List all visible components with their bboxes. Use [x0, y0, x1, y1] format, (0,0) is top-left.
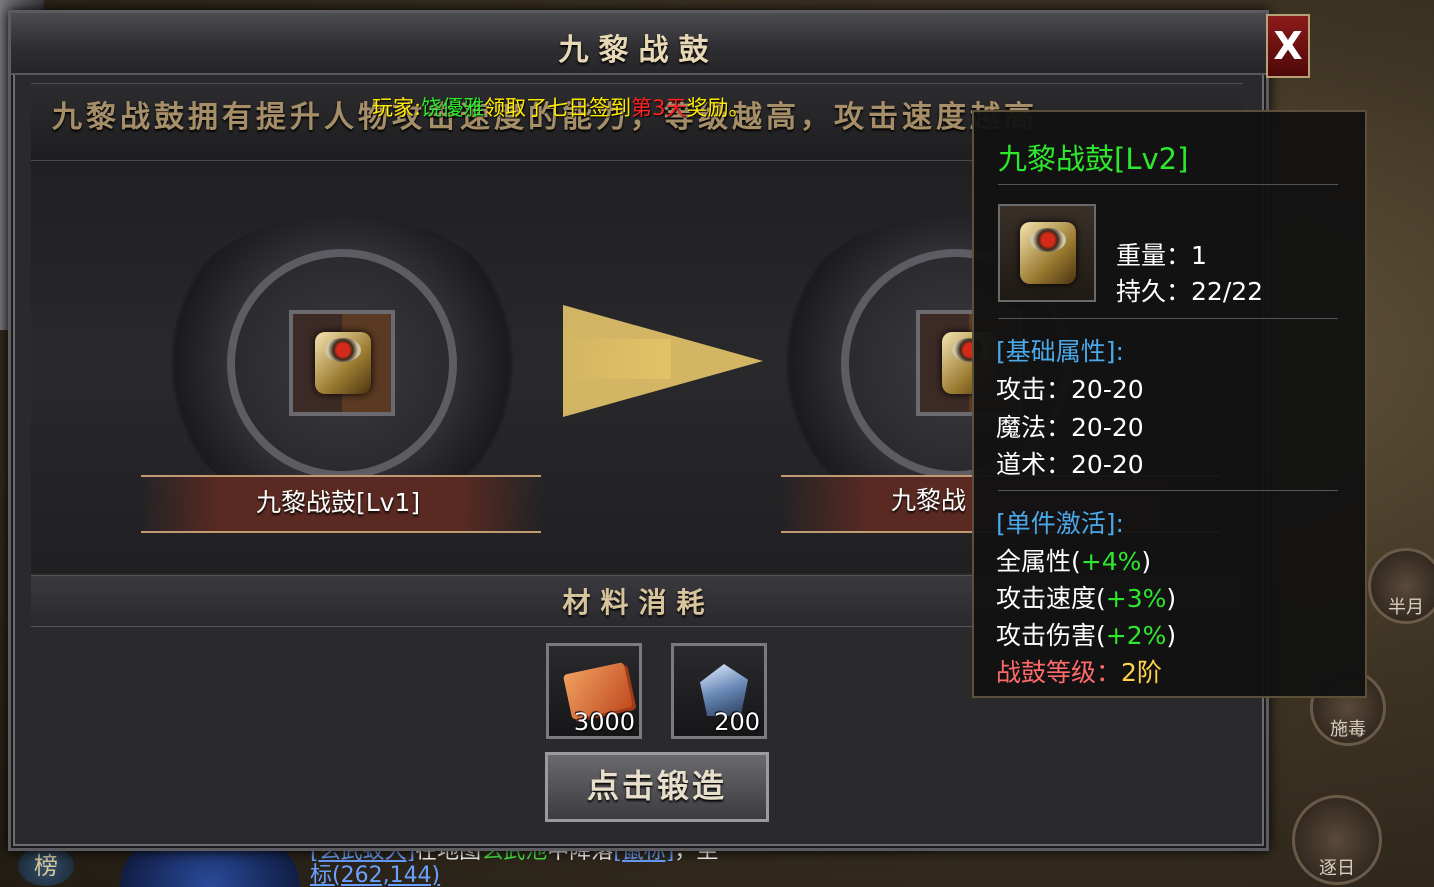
material-qty: 200 [714, 708, 760, 736]
skill-label: 施毒 [1330, 719, 1366, 740]
divider [998, 490, 1338, 491]
bonus-value: +2% [1105, 621, 1167, 650]
durability-row: 持久：22/22 [1116, 272, 1263, 308]
skill-label: 逐日 [1319, 858, 1355, 879]
drum-level-row: 战鼓等级：2阶 [996, 653, 1162, 689]
tooltip-item-icon [998, 204, 1096, 302]
broadcast-suffix: 奖励。 [686, 96, 750, 120]
weight-label: 重量： [1116, 241, 1192, 270]
bonus-label: 攻击速度( [996, 584, 1106, 613]
divider [998, 318, 1338, 319]
broadcast-day: 第3天 [631, 96, 687, 120]
bonus-label: 攻击伤害( [996, 621, 1106, 650]
activation-header: [单件激活]: [996, 509, 1124, 538]
weight-row: 重量：1 [1116, 236, 1207, 272]
durability-value: 22/22 [1191, 277, 1264, 306]
bonus-label: 全属性( [996, 547, 1081, 576]
item-tooltip: 九黎战鼓[Lv2] 重量：1 持久：22/22 [基础属性]: 攻击：20-20… [972, 110, 1367, 698]
bonus-row: 全属性(+4%) [996, 542, 1151, 578]
attr-label: 攻击： [996, 375, 1072, 404]
war-drum-icon [1020, 222, 1076, 284]
dialog-title: 九黎战鼓 [558, 33, 719, 68]
chat-seg[interactable]: 标(262,144) [310, 863, 440, 887]
base-attrs-header: [基础属性]: [996, 337, 1124, 366]
bonus-close: ) [1166, 584, 1177, 613]
bonus-value: +4% [1080, 547, 1142, 576]
rank-label: 榜 [34, 852, 58, 880]
bonus-value: +3% [1105, 584, 1167, 613]
bonus-row: 攻击伤害(+2%) [996, 616, 1176, 652]
attr-label: 魔法： [996, 413, 1072, 442]
bonus-close: ) [1166, 621, 1177, 650]
skill-banyue-button[interactable]: 半月 [1368, 548, 1434, 624]
skill-label: 半月 [1388, 597, 1424, 618]
close-button[interactable]: X [1266, 14, 1310, 78]
attr-value: 20-20 [1071, 375, 1144, 404]
upgrade-arrow-icon [563, 305, 763, 417]
attr-value: 20-20 [1071, 413, 1144, 442]
bonus-row: 攻击速度(+3%) [996, 579, 1176, 615]
next-item-name: 九黎战 [891, 486, 967, 515]
material-slot-scroll[interactable]: 3000 [546, 643, 642, 739]
tooltip-item-name: 九黎战鼓[Lv2] [998, 142, 1189, 176]
drum-level-value: 2阶 [1121, 658, 1162, 687]
skill-zhuri-button[interactable]: 逐日 [1292, 795, 1382, 885]
broadcast-player[interactable]: 饶優雅 [421, 96, 484, 120]
divider [998, 184, 1338, 185]
attr-row: 攻击：20-20 [996, 370, 1144, 406]
title-bar: 九黎战鼓 [11, 13, 1266, 75]
current-item-name: 九黎战鼓[Lv1] [256, 488, 421, 517]
durability-label: 持久： [1116, 277, 1192, 306]
attr-row: 魔法：20-20 [996, 408, 1144, 444]
broadcast-prefix: 玩家: [372, 96, 422, 120]
attr-label: 道术： [996, 450, 1072, 479]
bonus-close: ) [1141, 547, 1152, 576]
attr-row: 道术：20-20 [996, 445, 1144, 481]
weight-value: 1 [1191, 241, 1207, 270]
material-qty: 3000 [573, 708, 635, 736]
attr-value: 20-20 [1071, 450, 1144, 479]
current-item-slot[interactable] [289, 310, 395, 416]
material-slot-crystal[interactable]: 200 [671, 643, 767, 739]
rank-button[interactable]: 榜 [18, 846, 74, 886]
broadcast-middle: 领取了七日签到 [484, 96, 632, 120]
drum-level-label: 战鼓等级： [996, 658, 1122, 687]
system-broadcast: 玩家:饶優雅领取了七日签到第3天奖励。 [372, 92, 749, 122]
forge-button[interactable]: 点击锻造 [545, 752, 769, 822]
war-drum-icon [315, 332, 371, 394]
